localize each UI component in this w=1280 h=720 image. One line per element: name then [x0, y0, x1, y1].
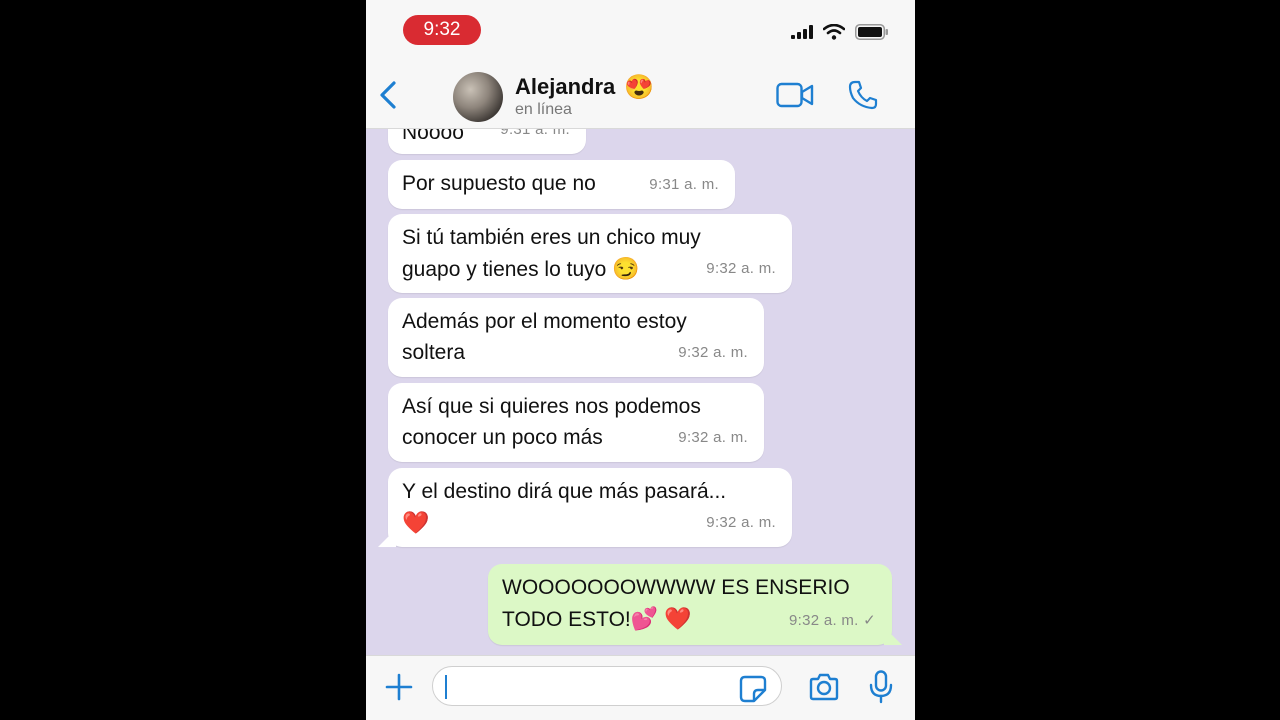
- text-caret: [445, 675, 447, 699]
- camera-button[interactable]: [808, 673, 840, 706]
- phone-call-icon: [848, 80, 878, 114]
- sent-check-icon: ✓: [863, 612, 876, 629]
- heart-emoji: ❤️: [402, 510, 430, 535]
- plus-icon: [384, 673, 414, 706]
- smirk-emoji: 😏: [612, 256, 640, 281]
- phone-call-button[interactable]: [848, 80, 878, 115]
- message-input-bar: [366, 655, 915, 720]
- message-bubble-incoming[interactable]: Y el destino dirá que más pasará... ❤️ 9…: [388, 468, 792, 547]
- video-call-button[interactable]: [776, 82, 814, 113]
- camera-icon: [808, 673, 840, 705]
- message-bubble-incoming[interactable]: Si tú también eres un chico muy guapo y …: [388, 214, 792, 293]
- phone-screen: 9:32 Alejandra 😍 en línea Noooo 9:31 a. …: [366, 0, 915, 720]
- message-time: 9:32 a. m. ✓: [788, 612, 876, 629]
- status-icons: [791, 23, 889, 45]
- status-time: 9:32: [403, 15, 481, 45]
- message-bubble-incoming[interactable]: Por supuesto que no 9:31 a. m.: [388, 160, 735, 209]
- message-input[interactable]: [432, 666, 782, 706]
- contact-name[interactable]: Alejandra: [515, 74, 615, 100]
- contact-avatar[interactable]: [453, 72, 503, 122]
- contact-status: en línea: [515, 101, 572, 118]
- message-time: 9:32 a. m.: [706, 260, 776, 277]
- bubble-tail: [378, 529, 396, 547]
- message-time: 9:32 a. m.: [678, 344, 748, 361]
- chat-header: Alejandra 😍 en línea: [366, 60, 915, 129]
- message-bubble-incoming[interactable]: Además por el momento estoy soltera 9:32…: [388, 298, 764, 377]
- bubble-tail: [884, 627, 902, 645]
- microphone-icon: [869, 670, 893, 708]
- back-button[interactable]: [376, 78, 402, 112]
- status-bar: 9:32: [366, 0, 915, 60]
- video-call-icon: [776, 82, 814, 112]
- battery-icon: [855, 24, 889, 45]
- message-time: 9:31 a. m.: [649, 176, 719, 193]
- back-chevron-icon: [376, 81, 402, 116]
- chat-area[interactable]: Noooo 9:31 a. m. Por supuesto que no 9:3…: [366, 129, 915, 655]
- hearts-emoji: 💕 ❤️: [630, 606, 692, 631]
- message-time: 9:32 a. m.: [678, 429, 748, 446]
- message-bubble-incoming[interactable]: Así que si quieres nos podemos conocer u…: [388, 383, 764, 462]
- sticker-button[interactable]: [739, 675, 767, 708]
- message-bubble-outgoing[interactable]: WOOOOOOOWWWW ES ENSERIO TODO ESTO!💕 ❤️ 9…: [488, 564, 892, 645]
- wifi-icon: [822, 23, 846, 45]
- message-bubble-incoming[interactable]: Noooo 9:31 a. m.: [388, 129, 586, 154]
- signal-icon: [791, 25, 813, 44]
- message-time: 9:31 a. m.: [500, 129, 570, 138]
- attach-button[interactable]: [384, 672, 414, 707]
- sticker-icon: [739, 675, 767, 707]
- message-time: 9:32 a. m.: [706, 514, 776, 531]
- microphone-button[interactable]: [869, 670, 893, 709]
- heart-eyes-emoji: 😍: [624, 74, 654, 101]
